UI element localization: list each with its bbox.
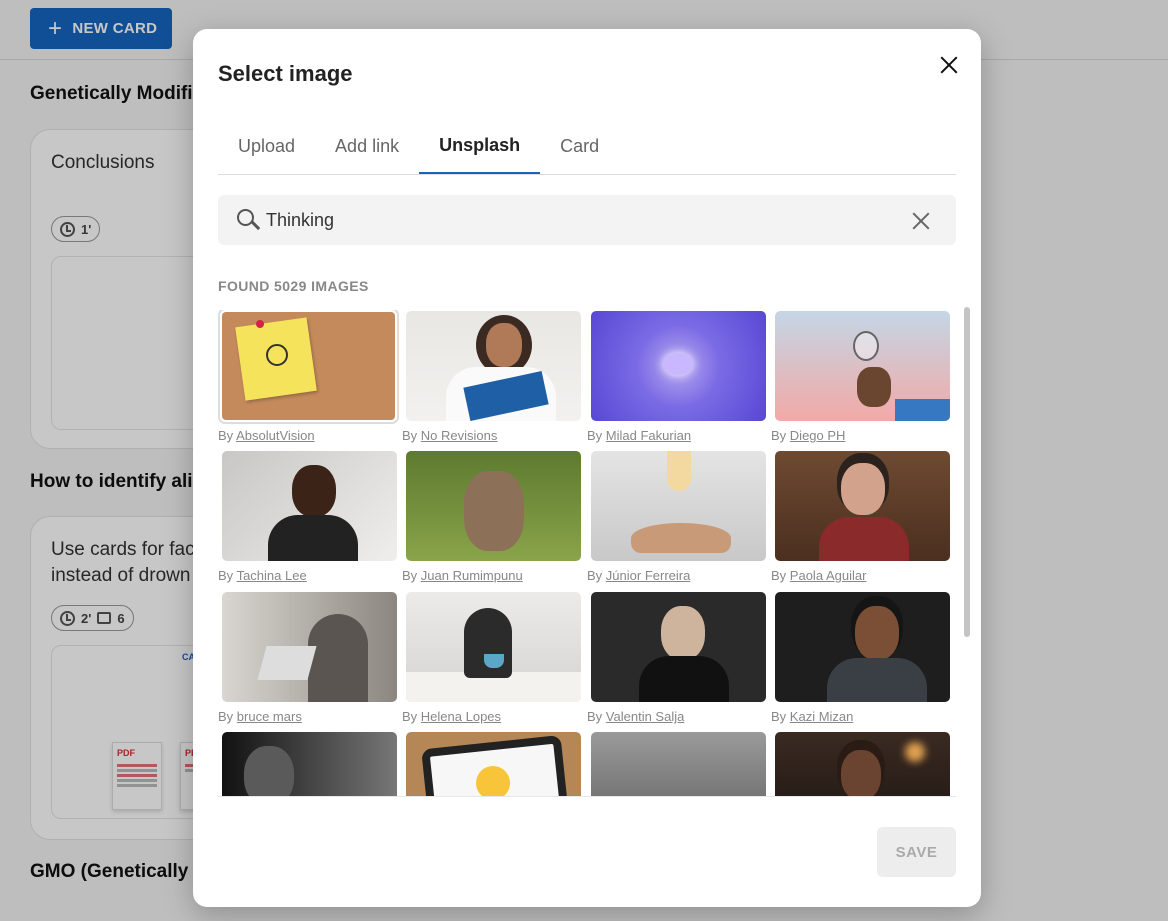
image-thumbnail[interactable] [222,451,397,561]
author-link[interactable]: No Revisions [421,428,498,443]
image-thumbnail[interactable] [218,310,399,424]
image-thumbnail[interactable] [591,451,766,561]
image-results-grid: By AbsolutVision By No Revisions By Mila… [218,310,956,797]
author-link[interactable]: Helena Lopes [421,709,501,724]
image-thumbnail[interactable] [406,451,581,561]
author-link[interactable]: Júnior Ferreira [606,568,691,583]
image-thumbnail[interactable] [775,732,950,796]
image-credit: By Tachina Lee [218,568,307,583]
image-credit: By Júnior Ferreira [587,568,691,583]
image-credit: By Kazi Mizan [771,709,854,724]
author-link[interactable]: AbsolutVision [236,428,315,443]
select-image-dialog: Select image Upload Add link Unsplash Ca… [193,29,981,907]
image-credit: By bruce mars [218,709,302,724]
image-credit: By Helena Lopes [402,709,502,724]
image-thumbnail[interactable] [775,592,950,702]
tab-unsplash[interactable]: Unsplash [419,119,541,174]
image-credit: By Milad Fakurian [587,428,692,443]
image-thumbnail[interactable] [406,732,581,796]
image-thumbnail[interactable] [775,451,950,561]
image-credit: By Valentin Salja [587,709,685,724]
close-button[interactable] [931,47,967,83]
image-thumbnail[interactable] [406,592,581,702]
author-link[interactable]: Juan Rumimpunu [421,568,523,583]
close-icon [940,56,958,74]
image-thumbnail[interactable] [222,732,397,796]
tab-upload[interactable]: Upload [218,119,315,174]
image-thumbnail[interactable] [591,592,766,702]
clear-icon [912,212,930,230]
author-link[interactable]: Valentin Salja [606,709,685,724]
image-thumbnail[interactable] [222,592,397,702]
image-credit: By No Revisions [402,428,498,443]
results-count: FOUND 5029 IMAGES [218,278,369,294]
image-thumbnail[interactable] [591,311,766,421]
author-link[interactable]: bruce mars [237,709,302,724]
clear-search-button[interactable] [908,208,934,234]
tab-add-link[interactable]: Add link [315,119,419,174]
image-credit: By Paola Aguilar [771,568,867,583]
image-credit: By Diego PH [771,428,846,443]
image-thumbnail[interactable] [775,311,950,421]
tab-card[interactable]: Card [540,119,619,174]
save-button[interactable]: SAVE [877,827,956,877]
results-scrollbar[interactable] [964,307,970,637]
author-link[interactable]: Milad Fakurian [606,428,691,443]
tab-bar: Upload Add link Unsplash Card [218,119,956,175]
image-credit: By Juan Rumimpunu [402,568,523,583]
image-credit: By AbsolutVision [218,428,315,443]
author-link[interactable]: Kazi Mizan [790,709,854,724]
image-thumbnail[interactable] [406,311,581,421]
author-link[interactable]: Paola Aguilar [790,568,867,583]
search-input[interactable] [266,205,886,235]
image-thumbnail[interactable] [591,732,766,796]
search-bar [218,195,956,245]
author-link[interactable]: Diego PH [790,428,846,443]
dialog-title: Select image [218,61,353,86]
author-link[interactable]: Tachina Lee [237,568,307,583]
search-icon [237,209,261,233]
